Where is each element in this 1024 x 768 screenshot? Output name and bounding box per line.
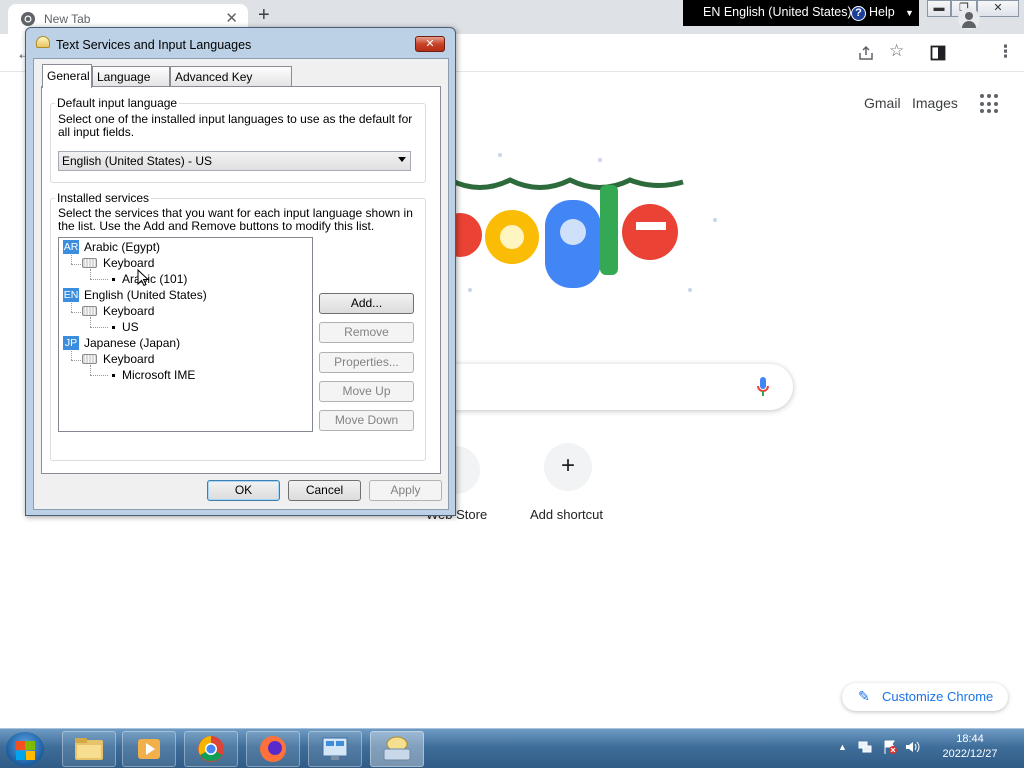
- chrome-favicon-icon: [21, 12, 35, 26]
- microphone-icon[interactable]: [756, 376, 770, 398]
- arabic-language-badge-icon: AR: [63, 240, 79, 254]
- tree-language-english[interactable]: English (United States): [84, 288, 207, 302]
- keyboard-icon: [82, 354, 97, 364]
- tree-language-arabic[interactable]: Arabic (Egypt): [84, 240, 160, 254]
- close-tab-icon[interactable]: ✕: [225, 9, 238, 27]
- system-clock[interactable]: 18:44 2022/12/27: [930, 732, 1010, 762]
- tree-keyboard-english[interactable]: Keyboard: [103, 304, 154, 318]
- help-label: Help: [869, 5, 895, 19]
- tree-keyboard-arabic[interactable]: Keyboard: [103, 256, 154, 270]
- apply-button[interactable]: Apply: [369, 480, 442, 501]
- keyboard-icon: [82, 258, 97, 268]
- add-button[interactable]: Add...: [319, 293, 414, 314]
- default-input-group-title: Default input language: [55, 96, 180, 110]
- tree-layout-japanese[interactable]: Microsoft IME: [122, 368, 195, 382]
- default-input-description: Select one of the installed input langua…: [58, 112, 413, 139]
- properties-button[interactable]: Properties...: [319, 352, 414, 373]
- start-button-icon[interactable]: [6, 732, 44, 766]
- english-language-badge-icon: EN: [63, 288, 79, 302]
- language-bar[interactable]: EN English (United States) ? Help ▼: [683, 0, 919, 26]
- tree-language-japanese[interactable]: Japanese (Japan): [84, 336, 180, 350]
- text-services-dialog[interactable]: Text Services and Input Languages ✕ Gene…: [25, 27, 456, 516]
- dialog-title: Text Services and Input Languages: [56, 38, 252, 52]
- taskbar-control-panel-icon[interactable]: [308, 731, 362, 767]
- images-link[interactable]: Images: [912, 95, 958, 111]
- installed-services-title: Installed services: [55, 191, 152, 205]
- tab-general[interactable]: General: [42, 64, 92, 88]
- new-tab-button[interactable]: +: [258, 4, 270, 27]
- clock-date: 2022/12/27: [942, 748, 998, 760]
- tree-layout-english[interactable]: US: [122, 320, 139, 334]
- dialog-close-button[interactable]: ✕: [415, 36, 445, 52]
- japanese-language-badge-icon: JP: [63, 336, 79, 350]
- customize-chrome-button[interactable]: ✎ Customize Chrome: [842, 683, 1008, 711]
- apps-grid-icon[interactable]: [980, 94, 1000, 114]
- taskbar-explorer-icon[interactable]: [62, 731, 116, 767]
- pencil-icon: ✎: [858, 688, 870, 704]
- mouse-cursor-icon: [137, 269, 149, 287]
- taskbar-text-services-icon[interactable]: [370, 731, 424, 767]
- installed-services-description: Select the services that you want for ea…: [58, 206, 413, 233]
- dialog-body: General Language Bar Advanced Key Settin…: [33, 58, 449, 510]
- keyboard-dialog-icon: [36, 36, 50, 48]
- google-doodle[interactable]: [440, 140, 760, 320]
- menu-dots-icon[interactable]: ⋮: [997, 42, 1014, 62]
- keyboard-icon: [82, 306, 97, 316]
- minimize-button[interactable]: ▬: [927, 0, 951, 17]
- move-down-button[interactable]: Move Down: [319, 410, 414, 431]
- tab-title: New Tab: [44, 12, 91, 26]
- general-tab-panel: Default input language Select one of the…: [41, 86, 441, 474]
- taskbar-firefox-icon[interactable]: [246, 731, 300, 767]
- ok-button[interactable]: OK: [207, 480, 280, 501]
- window-close-button[interactable]: ✕: [977, 0, 1019, 17]
- gmail-link[interactable]: Gmail: [864, 95, 901, 111]
- show-hidden-icons-arrow-icon[interactable]: ▲: [838, 742, 847, 752]
- profile-avatar-icon[interactable]: [958, 8, 980, 30]
- network-icon[interactable]: [858, 740, 872, 754]
- tab-advanced-key-settings[interactable]: Advanced Key Settings: [170, 66, 292, 98]
- tree-layout-arabic[interactable]: Arabic (101): [122, 272, 187, 286]
- remove-button[interactable]: Remove: [319, 322, 414, 343]
- volume-icon[interactable]: [905, 740, 921, 754]
- default-language-dropdown[interactable]: English (United States) - US: [58, 151, 411, 171]
- help-button[interactable]: ? Help: [851, 5, 895, 21]
- share-icon[interactable]: [858, 45, 874, 61]
- bookmark-star-icon[interactable]: ☆: [889, 41, 904, 61]
- help-icon: ?: [851, 6, 866, 21]
- clock-time: 18:44: [956, 733, 984, 745]
- google-search-box[interactable]: [440, 364, 793, 410]
- dropdown-arrow-icon: [398, 157, 406, 162]
- customize-chrome-label: Customize Chrome: [882, 689, 994, 704]
- language-indicator[interactable]: EN English (United States): [703, 5, 852, 19]
- side-panel-icon[interactable]: [930, 45, 946, 61]
- add-shortcut-icon[interactable]: +: [544, 443, 592, 491]
- options-arrow-icon[interactable]: ▼: [905, 8, 914, 18]
- cancel-button[interactable]: Cancel: [288, 480, 361, 501]
- tab-language-bar[interactable]: Language Bar: [92, 66, 170, 98]
- add-shortcut-label[interactable]: Add shortcut: [530, 507, 603, 522]
- installed-services-tree[interactable]: AR Arabic (Egypt) Keyboard Arabic (101) …: [58, 237, 313, 432]
- action-center-flag-icon[interactable]: [882, 739, 898, 755]
- default-language-value: English (United States) - US: [62, 154, 213, 168]
- taskbar-media-player-icon[interactable]: [122, 731, 176, 767]
- taskbar-chrome-icon[interactable]: [184, 731, 238, 767]
- tree-keyboard-japanese[interactable]: Keyboard: [103, 352, 154, 366]
- move-up-button[interactable]: Move Up: [319, 381, 414, 402]
